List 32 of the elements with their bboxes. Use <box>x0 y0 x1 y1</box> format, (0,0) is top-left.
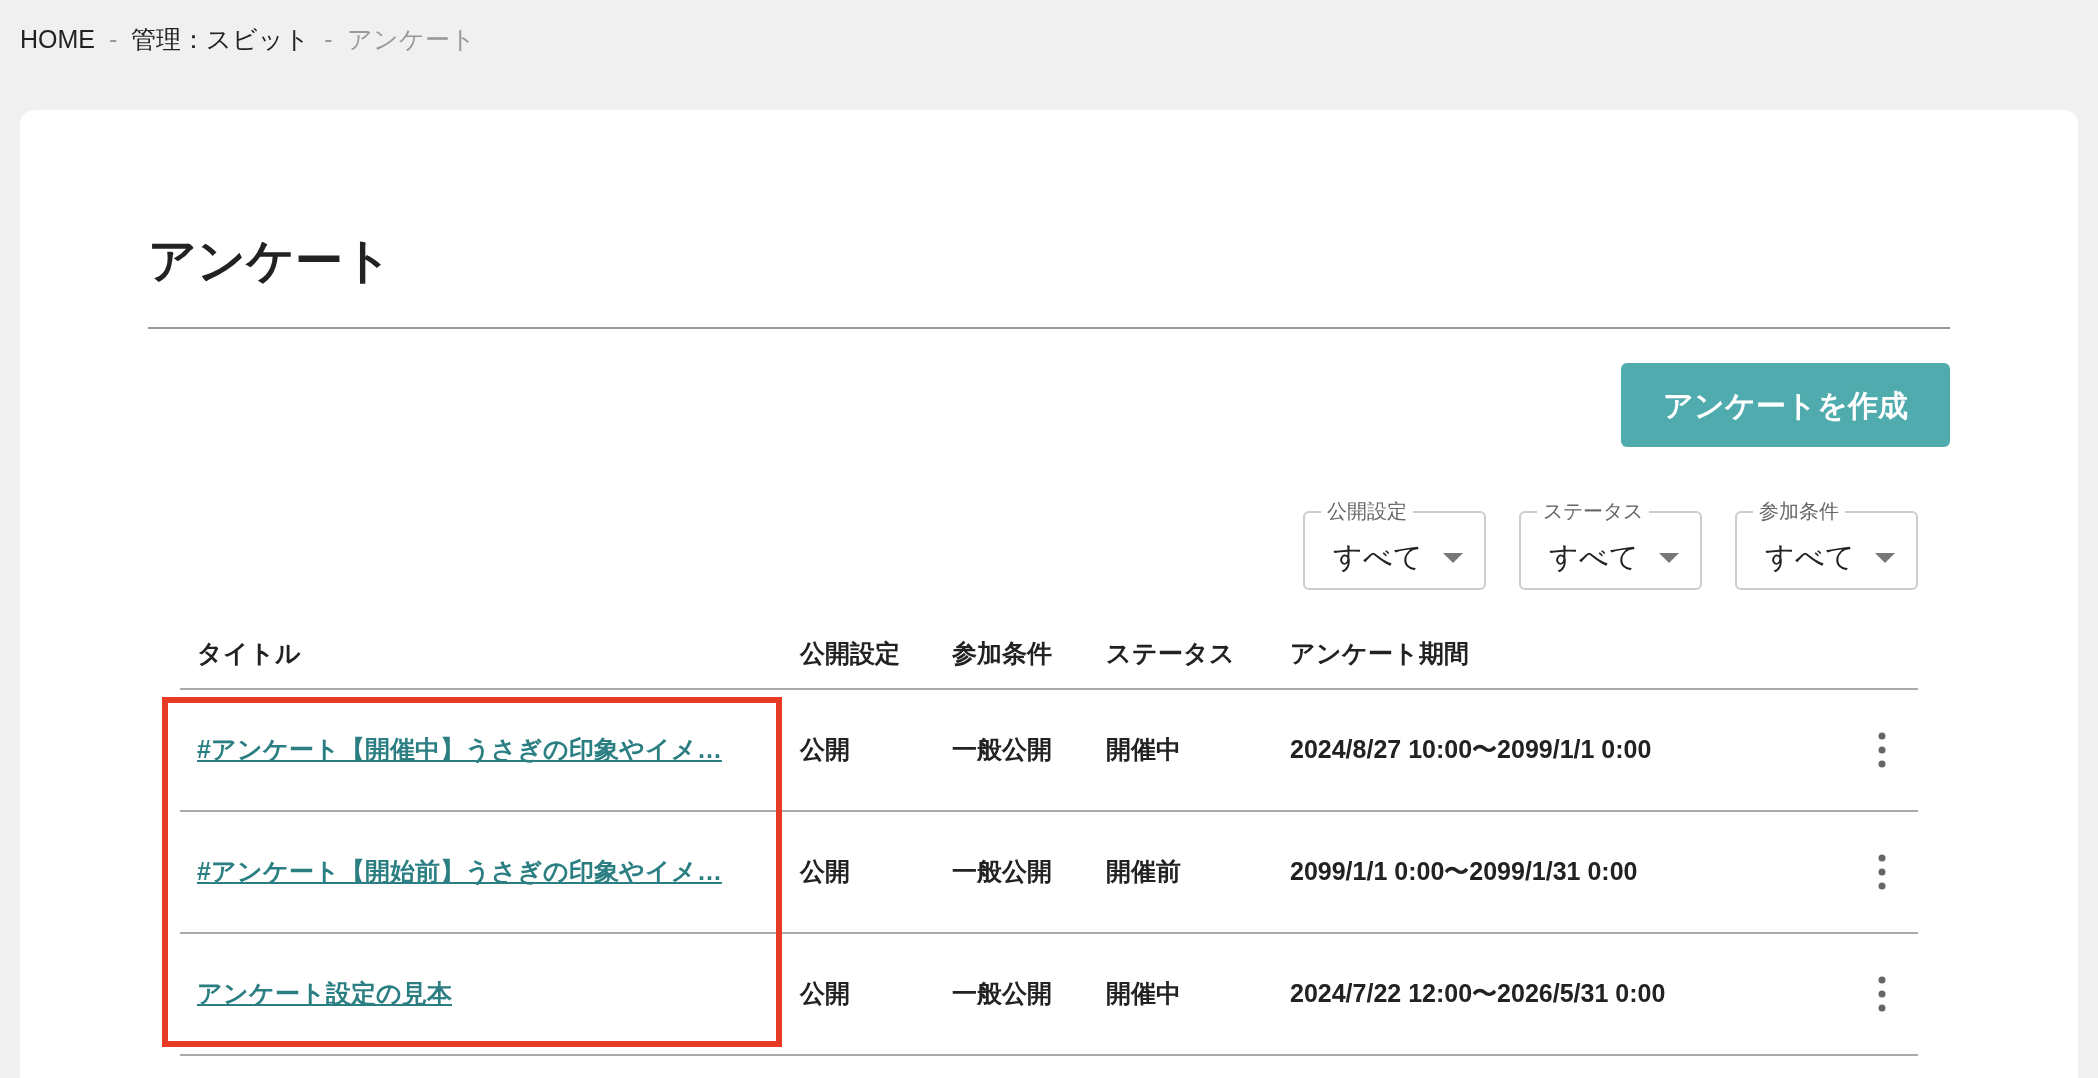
period-cell-text: 2099/1/1 0:00〜2099/1/31 0:00 <box>1290 856 1638 888</box>
status-cell: 開催中 <box>1106 735 1181 764</box>
column-header: 参加条件 <box>952 638 1053 670</box>
breadcrumb-separator: - <box>109 24 118 56</box>
breadcrumb-link[interactable]: 管理：スビット <box>131 21 311 59</box>
more-options-icon[interactable] <box>1878 732 1886 768</box>
survey-title-link[interactable]: #アンケート【開催中】うさぎの印象やイメ… <box>197 735 722 764</box>
visibility-cell: 公開 <box>800 979 850 1008</box>
survey-title-link[interactable]: #アンケート【開始前】うさぎの印象やイメ… <box>197 857 722 886</box>
condition-cell: 一般公開 <box>952 857 1052 886</box>
survey-title-link[interactable]: アンケート設定の見本 <box>197 979 452 1008</box>
page-title: アンケート <box>148 225 1950 329</box>
dropdown-caret-icon <box>1443 552 1463 563</box>
more-options-icon[interactable] <box>1878 976 1886 1012</box>
breadcrumb-link[interactable]: HOME <box>20 21 95 59</box>
condition-cell: 一般公開 <box>952 979 1052 1008</box>
visibility-cell: 公開 <box>800 735 850 764</box>
column-header: ステータス <box>1106 638 1236 670</box>
condition-cell: 一般公開 <box>952 735 1052 764</box>
column-header: タイトル <box>196 638 302 670</box>
period-cell-text: 2024/8/27 10:00〜2099/1/1 0:00 <box>1290 734 1652 766</box>
status-cell: 開催前 <box>1106 857 1181 886</box>
period-cell-text: 2024/7/22 12:00〜2026/5/31 0:00 <box>1290 978 1666 1010</box>
dropdown-caret-icon <box>1659 552 1679 563</box>
breadcrumb-separator: - <box>324 24 333 56</box>
column-header: アンケート期間 <box>1290 638 1470 670</box>
visibility-cell: 公開 <box>800 857 850 886</box>
dropdown-caret-icon <box>1875 552 1895 563</box>
column-header: 公開設定 <box>800 638 901 670</box>
status-cell: 開催中 <box>1106 979 1181 1008</box>
more-options-icon[interactable] <box>1878 854 1886 890</box>
breadcrumb-current: アンケート <box>346 24 476 56</box>
